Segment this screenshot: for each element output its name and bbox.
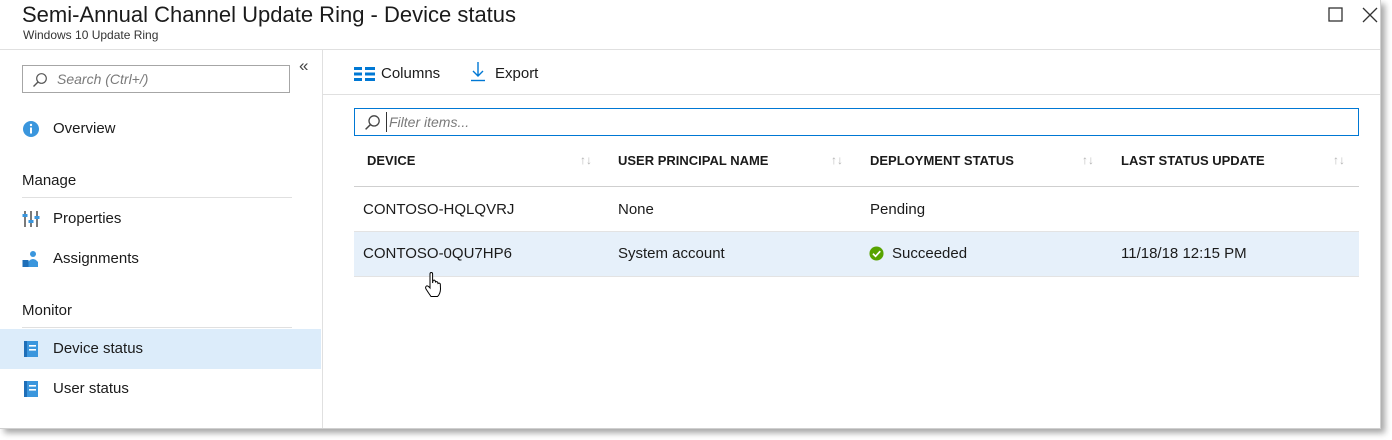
sidebar-item-label: Assignments xyxy=(53,250,139,267)
columns-label: Columns xyxy=(381,65,441,82)
sort-icon[interactable]: ↑↓ xyxy=(580,153,592,167)
columns-button[interactable]: Columns xyxy=(354,64,446,84)
table-row[interactable]: CONTOSO-0QU7HP6 System account Succeeded… xyxy=(354,232,1359,276)
column-header-user-principal-name[interactable]: USER PRINCIPAL NAME xyxy=(618,153,768,168)
properties-icon xyxy=(22,211,40,227)
sidebar-item-label: User status xyxy=(53,380,129,397)
download-icon xyxy=(471,62,485,82)
sidebar-item-overview[interactable]: Overview xyxy=(0,109,321,149)
cell-device: CONTOSO-0QU7HP6 xyxy=(363,245,512,262)
sidebar-item-label: Device status xyxy=(53,340,144,357)
export-button[interactable]: Export xyxy=(470,62,545,84)
section-heading-monitor: Monitor xyxy=(22,302,73,319)
filter-input[interactable] xyxy=(386,112,1349,132)
columns-icon xyxy=(354,67,375,81)
toolbar-divider xyxy=(323,94,1380,95)
sidebar-search[interactable] xyxy=(22,65,290,93)
sidebar-item-assignments[interactable]: Assignments xyxy=(0,239,321,279)
column-header-last-status-update[interactable]: LAST STATUS UPDATE xyxy=(1121,153,1265,168)
device-status-icon xyxy=(24,341,38,357)
search-input[interactable] xyxy=(57,69,282,89)
collapse-sidebar-button[interactable]: « xyxy=(299,56,308,76)
cell-upn: System account xyxy=(618,245,725,262)
row-divider xyxy=(354,276,1359,277)
maximize-button[interactable] xyxy=(1325,4,1347,26)
cell-last-update: 11/18/18 12:15 PM xyxy=(1121,245,1247,262)
section-heading-manage: Manage xyxy=(22,172,77,189)
section-divider xyxy=(22,327,292,328)
sort-icon[interactable]: ↑↓ xyxy=(1333,153,1345,167)
table-row[interactable]: CONTOSO-HQLQVRJ None Pending xyxy=(354,188,1359,232)
assignments-icon xyxy=(22,251,38,267)
sidebar-item-label: Overview xyxy=(53,120,116,137)
search-icon xyxy=(33,73,47,87)
sidebar-item-user-status[interactable]: User status xyxy=(0,369,321,409)
cell-upn: None xyxy=(618,201,654,218)
hand-pointer-icon xyxy=(425,272,442,297)
cell-device: CONTOSO-HQLQVRJ xyxy=(363,201,515,218)
search-icon xyxy=(365,115,380,130)
sort-icon[interactable]: ↑↓ xyxy=(1082,153,1094,167)
header-divider xyxy=(354,186,1359,187)
column-header-device[interactable]: DEVICE xyxy=(367,153,415,168)
blade-panel: Semi-Annual Channel Update Ring - Device… xyxy=(0,0,1381,429)
sidebar-item-device-status[interactable]: Device status xyxy=(0,329,321,369)
user-status-icon xyxy=(24,381,38,397)
sort-icon[interactable]: ↑↓ xyxy=(831,153,843,167)
export-label: Export xyxy=(495,65,539,82)
cell-deployment-status: Succeeded xyxy=(892,245,968,262)
sidebar-item-properties[interactable]: Properties xyxy=(0,199,321,239)
page-title: Semi-Annual Channel Update Ring - Device… xyxy=(22,2,517,27)
page-subtitle: Windows 10 Update Ring xyxy=(23,28,159,42)
info-icon xyxy=(23,121,39,137)
filter-box[interactable] xyxy=(354,108,1359,136)
cell-deployment-status: Pending xyxy=(870,201,926,218)
close-button[interactable] xyxy=(1359,4,1381,26)
column-header-deployment-status[interactable]: DEPLOYMENT STATUS xyxy=(870,153,1014,168)
maximize-icon xyxy=(1328,7,1343,22)
check-circle-icon xyxy=(869,246,884,261)
sidebar: « Overview Manage Properties xyxy=(0,50,323,428)
section-divider xyxy=(22,197,292,198)
sidebar-item-label: Properties xyxy=(53,210,122,227)
close-icon xyxy=(1362,7,1378,23)
